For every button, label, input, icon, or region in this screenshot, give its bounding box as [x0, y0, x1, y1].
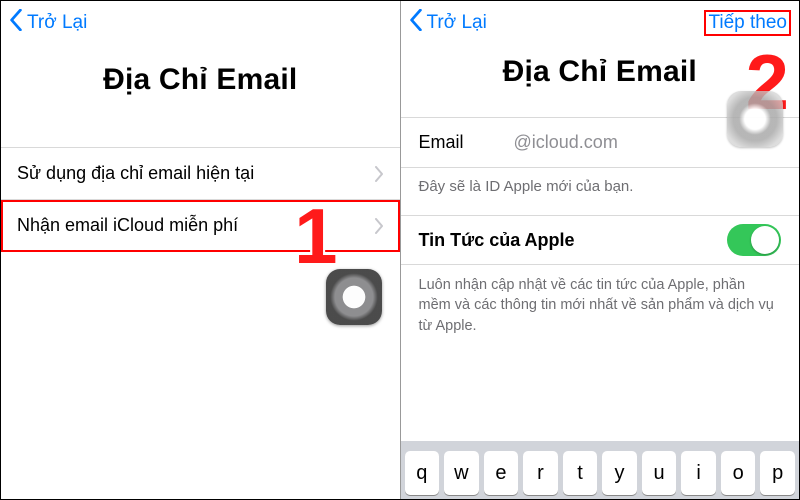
- apple-news-toggle[interactable]: [727, 224, 781, 256]
- key-t[interactable]: t: [563, 451, 598, 495]
- key-w[interactable]: w: [444, 451, 479, 495]
- chevron-left-icon: [9, 9, 23, 37]
- pane-step-2: Trở Lại Tiếp theo Địa Chỉ Email Email @i…: [401, 1, 800, 499]
- back-label: Trở Lại: [427, 12, 487, 34]
- apple-news-label: Tin Tức của Apple: [419, 230, 575, 251]
- back-label: Trở Lại: [27, 12, 87, 34]
- keyboard[interactable]: q w e r t y u i o p: [401, 441, 800, 499]
- email-field-label: Email: [419, 132, 514, 153]
- nav-left: Trở Lại: [409, 9, 509, 37]
- key-y[interactable]: y: [602, 451, 637, 495]
- back-button[interactable]: Trở Lại: [9, 9, 87, 37]
- page-title: Địa Chỉ Email: [421, 55, 780, 89]
- back-button[interactable]: Trở Lại: [409, 9, 487, 37]
- key-r[interactable]: r: [523, 451, 558, 495]
- option-label: Sử dụng địa chỉ email hiện tại: [17, 163, 374, 184]
- chevron-left-icon: [409, 9, 423, 37]
- options-list: Sử dụng địa chỉ email hiện tại Nhận emai…: [1, 147, 400, 252]
- key-q[interactable]: q: [405, 451, 440, 495]
- navbar: Trở Lại Tiếp theo: [401, 1, 800, 45]
- screenshot-frame: Trở Lại Địa Chỉ Email Sử dụng địa chỉ em…: [0, 0, 800, 500]
- option-label: Nhận email iCloud miễn phí: [17, 215, 374, 236]
- page-title: Địa Chỉ Email: [1, 63, 400, 97]
- key-u[interactable]: u: [642, 451, 677, 495]
- apple-news-description: Luôn nhận cập nhật về các tin tức của Ap…: [401, 265, 800, 336]
- toggle-knob: [751, 226, 779, 254]
- pane-step-1: Trở Lại Địa Chỉ Email Sử dụng địa chỉ em…: [1, 1, 400, 499]
- navbar: Trở Lại: [1, 1, 400, 45]
- nav-right: Tiếp theo: [691, 10, 791, 36]
- assistive-touch-icon[interactable]: [326, 269, 382, 325]
- key-p[interactable]: p: [760, 451, 795, 495]
- option-get-free-icloud-email[interactable]: Nhận email iCloud miễn phí: [1, 200, 400, 252]
- email-hint: Đây sẽ là ID Apple mới của bạn.: [401, 168, 800, 215]
- apple-news-row: Tin Tức của Apple: [401, 215, 800, 265]
- key-i[interactable]: i: [681, 451, 716, 495]
- option-use-existing-email[interactable]: Sử dụng địa chỉ email hiện tại: [1, 148, 400, 200]
- nav-left: Trở Lại: [9, 9, 109, 37]
- chevron-right-icon: [374, 218, 384, 234]
- chevron-right-icon: [374, 166, 384, 182]
- key-e[interactable]: e: [484, 451, 519, 495]
- next-button[interactable]: Tiếp theo: [704, 10, 791, 36]
- key-o[interactable]: o: [721, 451, 756, 495]
- assistive-touch-icon[interactable]: [727, 91, 783, 147]
